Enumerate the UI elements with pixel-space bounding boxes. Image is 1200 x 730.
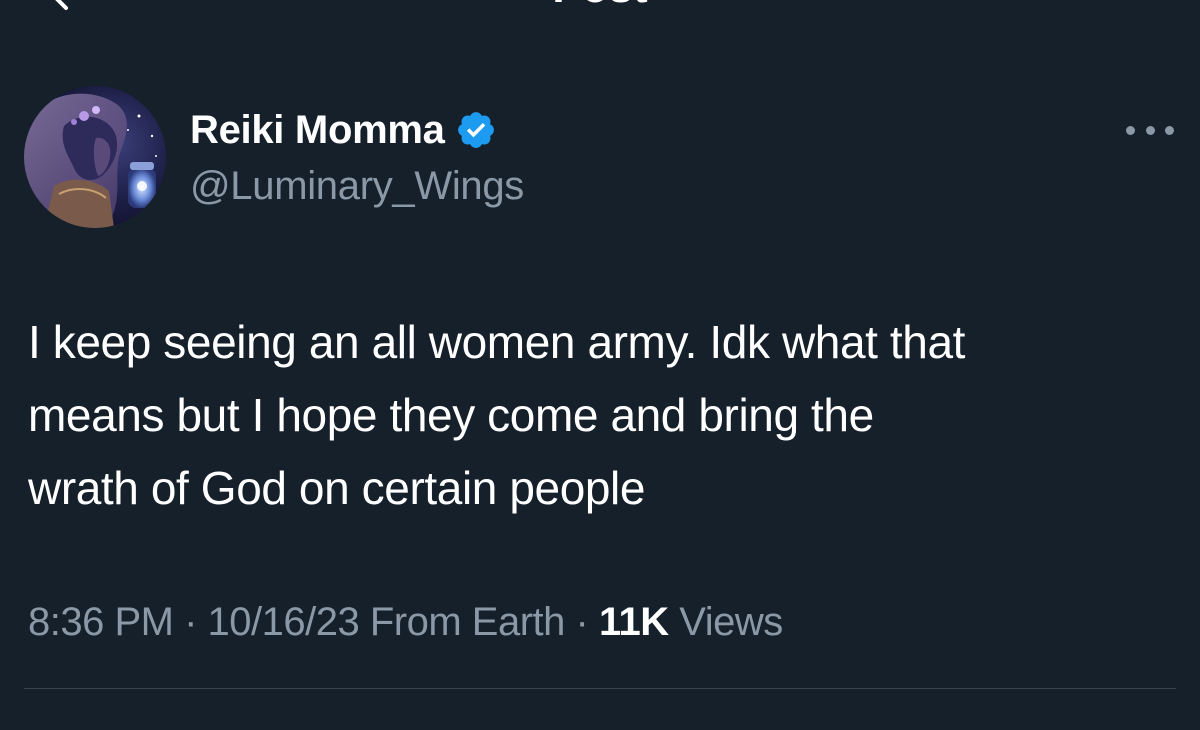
page-title: Post xyxy=(0,0,1200,10)
verified-badge-icon[interactable] xyxy=(455,109,497,151)
author-name-row[interactable]: Reiki Momma xyxy=(190,104,497,156)
meta-separator: · xyxy=(184,600,197,644)
tweet-text-line: means but I hope they come and bring the xyxy=(28,389,874,441)
meta-separator: · xyxy=(575,600,589,644)
tweet-text-line: wrath of God on certain people xyxy=(28,462,646,514)
tweet-time[interactable]: 8:36 PM xyxy=(28,600,174,644)
more-dot xyxy=(1145,125,1155,135)
tweet-metadata: 8:36 PM · 10/16/23 From Earth · 11K View… xyxy=(28,596,783,648)
more-options-icon[interactable] xyxy=(1126,118,1174,142)
views-label[interactable]: Views xyxy=(679,600,783,644)
tweet-source: From Earth xyxy=(369,600,566,644)
divider xyxy=(24,688,1176,689)
views-count[interactable]: 11K xyxy=(599,600,669,644)
more-dot xyxy=(1126,125,1135,135)
tweet-text-line: I keep seeing an all women army. Idk wha… xyxy=(28,316,966,368)
more-dot xyxy=(1165,125,1174,135)
tweet-date[interactable]: 10/16/23 xyxy=(208,600,360,644)
avatar[interactable] xyxy=(24,86,166,228)
display-name[interactable]: Reiki Momma xyxy=(190,108,445,153)
tweet-text: I keep seeing an all women army. Idk wha… xyxy=(28,306,1178,525)
user-handle[interactable]: @Luminary_Wings xyxy=(190,164,524,209)
top-navigation-bar: Post xyxy=(0,0,1200,14)
